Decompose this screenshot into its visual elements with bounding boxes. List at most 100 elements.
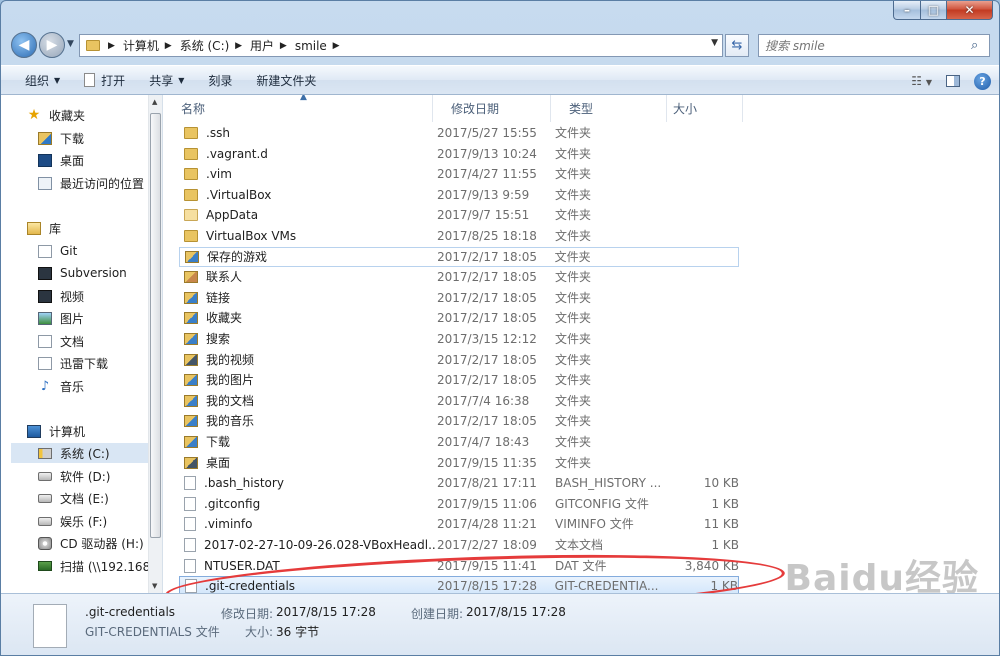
file-name: 联系人 xyxy=(206,270,243,285)
file-name: VirtualBox VMs xyxy=(206,229,297,243)
nav-drive-c[interactable]: 系统 (C:) xyxy=(11,443,148,463)
file-name: .viminfo xyxy=(204,517,253,532)
address-dropdown-button[interactable]: ▼ xyxy=(711,38,718,48)
column-type[interactable]: 类型 xyxy=(551,95,667,122)
minimize-button[interactable]: – xyxy=(893,1,921,20)
view-options-button[interactable]: ☷ ▼ xyxy=(911,74,932,88)
nav-network-scan[interactable]: 扫描 (\\192.168. xyxy=(38,556,148,576)
file-name: 2017-02-27-10-09-26.028-VBoxHeadl... xyxy=(204,538,437,552)
nav-drive-f[interactable]: 娱乐 (F:) xyxy=(38,511,162,531)
file-row[interactable]: AppData 2017/9/7 15:51 文件夹 xyxy=(179,205,739,225)
nav-library-subversion[interactable]: Subversion xyxy=(38,263,162,283)
breadcrumb-system-c[interactable]: 系统 (C:) ▶ xyxy=(180,37,250,54)
file-name-cell: .gitconfig xyxy=(179,494,437,514)
scroll-thumb[interactable] xyxy=(150,113,161,538)
nav-scrollbar[interactable]: ▲ ▼ xyxy=(148,95,162,593)
address-bar[interactable]: ▶ 计算机 ▶ 系统 (C:) ▶ 用户 ▶ smile ▶ ▼ xyxy=(79,34,723,57)
nav-favorite-desktop[interactable]: 桌面 xyxy=(38,150,162,170)
file-type: BASH_HISTORY ... xyxy=(555,476,662,491)
column-date[interactable]: 修改日期 xyxy=(433,95,551,122)
file-row[interactable]: 链接 2017/2/17 18:05 文件夹 xyxy=(179,288,739,308)
scroll-down-icon[interactable]: ▼ xyxy=(152,582,157,590)
file-row[interactable]: .vim 2017/4/27 11:55 文件夹 xyxy=(179,164,739,184)
breadcrumb-users[interactable]: 用户 ▶ xyxy=(250,37,295,54)
file-row[interactable]: .ssh 2017/5/27 15:55 文件夹 xyxy=(179,123,739,143)
nav-drive-e[interactable]: 文档 (E:) xyxy=(38,488,162,508)
file-row[interactable]: .git-credentials 2017/8/15 17:28 GIT-CREDE… xyxy=(179,576,739,593)
column-size[interactable]: 大小 xyxy=(667,95,743,122)
file-size xyxy=(665,453,739,473)
new-folder-button[interactable]: 新建文件夹 xyxy=(244,65,328,95)
nav-favorites-header[interactable]: ★ 收藏夹 xyxy=(27,105,162,125)
file-row[interactable]: .VirtualBox 2017/9/13 9:59 文件夹 xyxy=(179,185,739,205)
nav-label: CD 驱动器 (H:) xyxy=(60,536,144,551)
nav-favorite-recent[interactable]: 最近访问的位置 xyxy=(38,173,162,193)
file-row[interactable]: 2017-02-27-10-09-26.028-VBoxHeadl... 2017… xyxy=(179,535,739,555)
file-type: DAT 文件 xyxy=(555,558,607,573)
back-button[interactable]: ◀ xyxy=(11,32,37,58)
file-row[interactable]: NTUSER.DAT 2017/9/15 11:41 DAT 文件 3,840 KB xyxy=(179,556,739,576)
nav-favorite-downloads[interactable]: 下载 xyxy=(38,128,162,148)
breadcrumb-smile[interactable]: smile ▶ xyxy=(295,39,348,53)
file-name-cell: .git-credentials xyxy=(180,576,437,593)
search-box: ⌕ xyxy=(758,34,990,57)
file-row[interactable]: 我的视频 2017/2/17 18:05 文件夹 xyxy=(179,350,739,370)
breadcrumb-computer[interactable]: 计算机 ▶ xyxy=(123,37,180,54)
file-size xyxy=(665,185,739,205)
organize-button[interactable]: 组织 ▼ xyxy=(1,65,72,95)
nav-libraries-header[interactable]: 库 xyxy=(27,218,162,238)
nav-library-pictures[interactable]: 图片 xyxy=(38,308,162,328)
nav-computer-header[interactable]: 计算机 xyxy=(27,421,162,441)
file-row[interactable]: .gitconfig 2017/9/15 11:06 GITCONFIG 文件 1 K… xyxy=(179,494,739,514)
file-type: 文件夹 xyxy=(555,290,592,305)
nav-drive-h[interactable]: CD 驱动器 (H:) xyxy=(38,533,162,553)
file-row[interactable]: 联系人 2017/2/17 18:05 文件夹 xyxy=(179,267,739,287)
file-row[interactable]: VirtualBox VMs 2017/8/25 18:18 文件夹 xyxy=(179,226,739,246)
preview-pane-button[interactable] xyxy=(946,75,960,87)
open-button[interactable]: 打开 xyxy=(72,65,137,95)
file-row[interactable]: 搜索 2017/3/15 12:12 文件夹 xyxy=(179,329,739,349)
file-row[interactable]: 保存的游戏 2017/2/17 18:05 文件夹 xyxy=(179,246,739,267)
close-button[interactable]: ✕ xyxy=(947,1,993,20)
maximize-button[interactable]: □ xyxy=(921,1,947,20)
file-name-cell: 链接 xyxy=(179,288,437,308)
nav-library-videos[interactable]: 视频 xyxy=(38,286,162,306)
file-row[interactable]: .bash_history 2017/8/21 17:11 BASH_HISTORY… xyxy=(179,473,739,493)
file-row[interactable]: 桌面 2017/9/15 11:35 文件夹 xyxy=(179,453,739,473)
recent-pages-dropdown[interactable]: ▼ xyxy=(67,39,74,49)
help-button[interactable]: ? xyxy=(974,72,991,90)
file-row[interactable]: .vagrant.d 2017/9/13 10:24 文件夹 xyxy=(179,144,739,164)
nav-library-xunlei[interactable]: 迅雷下载 xyxy=(38,353,162,373)
file-row[interactable]: 我的图片 2017/2/17 18:05 文件夹 xyxy=(179,370,739,390)
file-name: 下载 xyxy=(206,435,231,449)
navigation-bar: ◀ ▶ ▼ ▶ 计算机 ▶ 系统 (C:) ▶ 用户 ▶ smile ▶ ▼ ⇆… xyxy=(1,29,999,63)
nav-label: 库 xyxy=(49,221,62,236)
nav-drive-d[interactable]: 软件 (D:) xyxy=(38,466,162,486)
arrow-right-icon: ▶ xyxy=(46,37,58,53)
file-row[interactable]: 我的文档 2017/7/4 16:38 文件夹 xyxy=(179,391,739,411)
column-label: 名称 xyxy=(181,102,206,116)
file-type: 文件夹 xyxy=(555,332,592,346)
nav-library-git[interactable]: Git xyxy=(38,241,162,261)
file-row[interactable]: 收藏夹 2017/2/17 18:05 文件夹 xyxy=(179,308,739,328)
column-name[interactable]: 名称 ▲ xyxy=(163,95,433,122)
share-button[interactable]: 共享 ▼ xyxy=(137,65,196,95)
file-size xyxy=(665,308,739,328)
file-type: 文件夹 xyxy=(555,352,592,367)
nav-library-documents[interactable]: 文档 xyxy=(38,331,162,351)
refresh-button[interactable]: ⇆ xyxy=(725,34,749,57)
scroll-up-icon[interactable]: ▲ xyxy=(152,98,157,106)
file-name: 搜索 xyxy=(206,332,231,346)
details-file-type: GIT-CREDENTIALS 文件 xyxy=(85,625,220,639)
breadcrumb-root-arrow[interactable]: ▶ xyxy=(106,41,123,51)
nav-library-music[interactable]: ♪ 音乐 xyxy=(38,376,162,396)
forward-button[interactable]: ▶ xyxy=(39,32,65,58)
view-list-icon: ☷ xyxy=(911,74,923,88)
file-name-cell: VirtualBox VMs xyxy=(179,226,437,246)
file-row[interactable]: 下载 2017/4/7 18:43 文件夹 xyxy=(179,432,739,452)
burn-button[interactable]: 刻录 xyxy=(196,65,244,95)
file-row[interactable]: .viminfo 2017/4/28 11:21 VIMINFO 文件 11 KB xyxy=(179,514,739,534)
search-icon[interactable]: ⌕ xyxy=(971,38,989,53)
search-input[interactable] xyxy=(759,37,971,54)
file-row[interactable]: 我的音乐 2017/2/17 18:05 文件夹 xyxy=(179,411,739,431)
